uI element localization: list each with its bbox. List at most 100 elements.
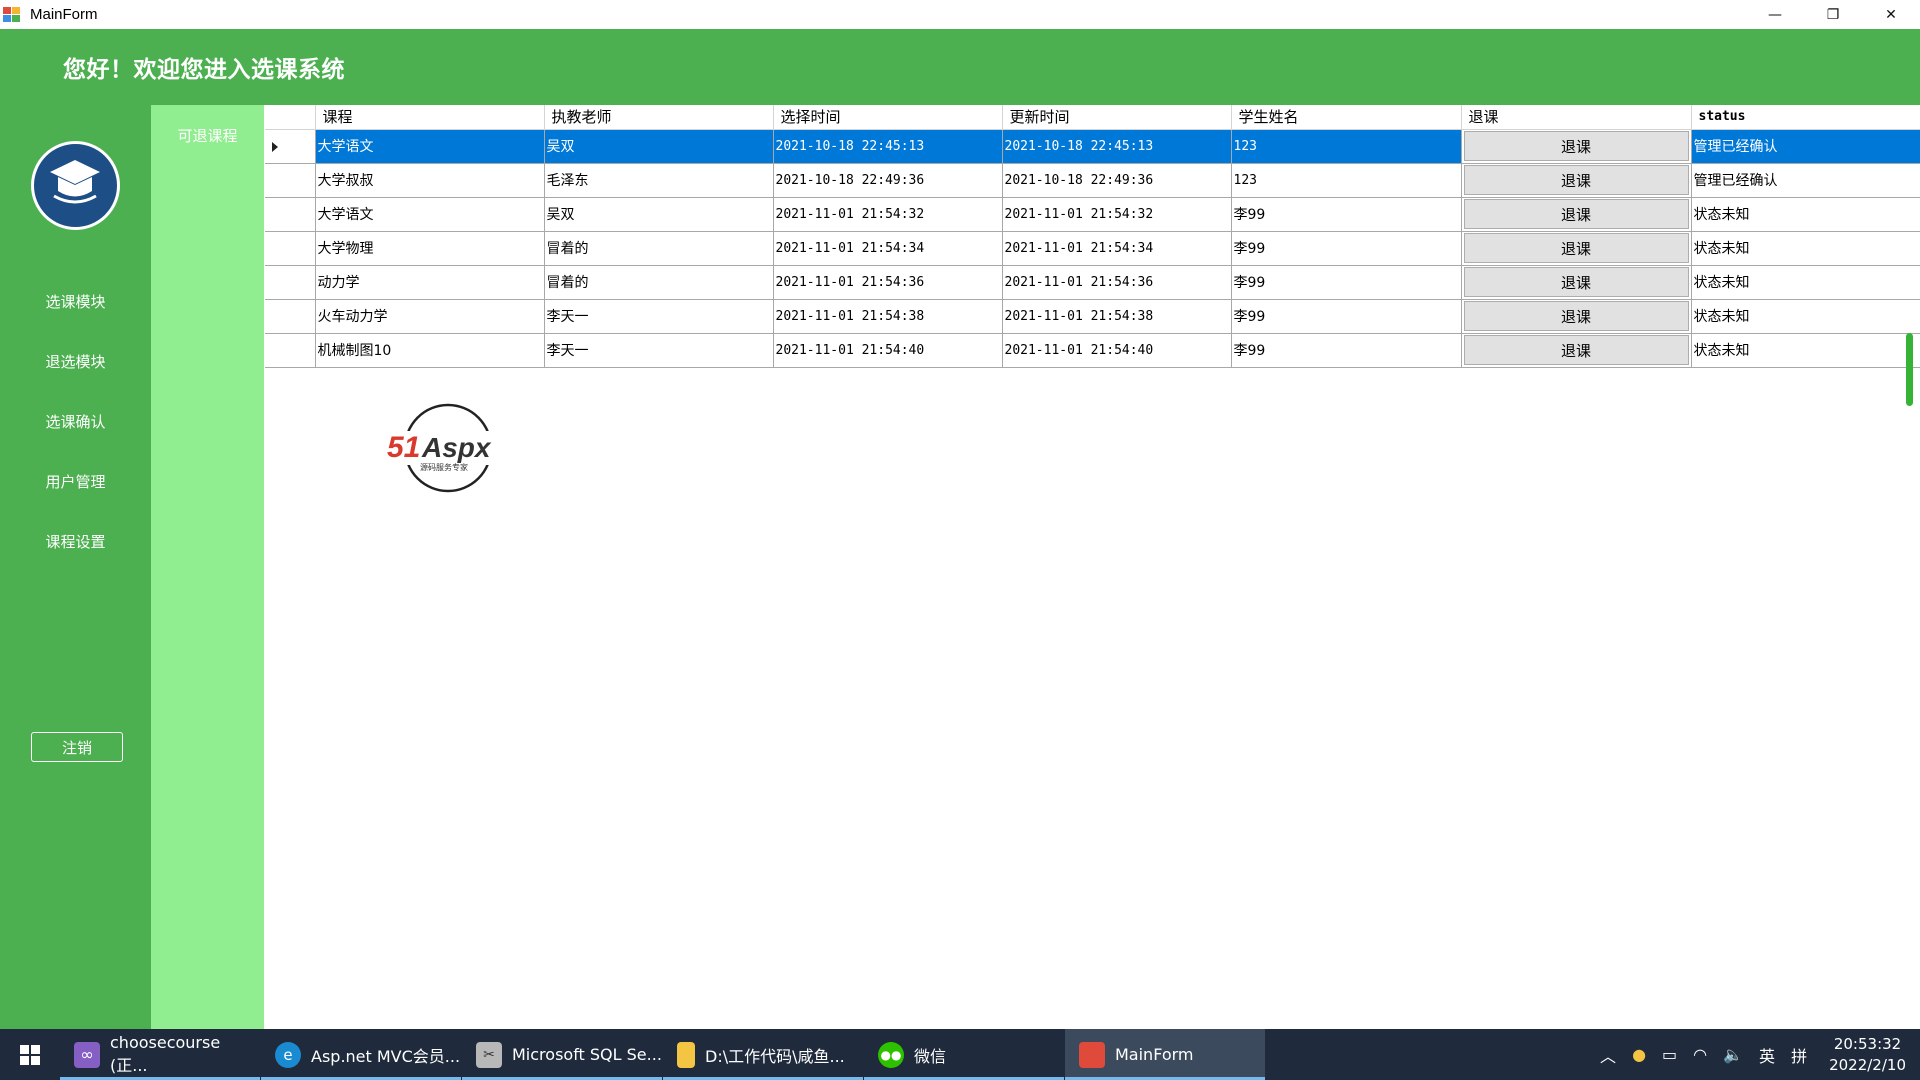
table-row[interactable]: 火车动力学 李天一 2021-11-01 21:54:38 2021-11-01…: [265, 299, 1920, 334]
cell-select-time[interactable]: 2021-11-01 21:54:40: [773, 333, 1003, 368]
table-row[interactable]: 大学物理 冒着的 2021-11-01 21:54:34 2021-11-01 …: [265, 231, 1920, 266]
cell-status[interactable]: 状态未知: [1691, 333, 1920, 368]
sidebar-item-course-select[interactable]: 选课模块: [0, 291, 151, 312]
cell-teacher[interactable]: 冒着的: [544, 265, 774, 300]
cell-select-time[interactable]: 2021-11-01 21:54:36: [773, 265, 1003, 300]
column-header-student-name[interactable]: 学生姓名: [1231, 105, 1462, 130]
row-header[interactable]: [265, 231, 316, 266]
cell-teacher[interactable]: 李天一: [544, 299, 774, 334]
cell-student[interactable]: 123: [1231, 129, 1462, 164]
row-header[interactable]: [265, 197, 316, 232]
column-header-select-time[interactable]: 选择时间: [773, 105, 1003, 130]
sidebar-item-user-management[interactable]: 用户管理: [0, 471, 151, 492]
cell-update-time[interactable]: 2021-11-01 21:54:38: [1002, 299, 1232, 334]
table-row[interactable]: 机械制图10 李天一 2021-11-01 21:54:40 2021-11-0…: [265, 333, 1920, 368]
drop-course-button[interactable]: 退课: [1463, 335, 1689, 365]
taskbar-app-wechat[interactable]: ●● 微信: [864, 1029, 1064, 1080]
restore-button[interactable]: ❐: [1804, 0, 1862, 29]
cell-select-time[interactable]: 2021-11-01 21:54:32: [773, 197, 1003, 232]
cell-student[interactable]: 李99: [1231, 231, 1462, 266]
cell-status[interactable]: 状态未知: [1691, 299, 1920, 334]
table-row[interactable]: 大学叔叔 毛泽东 2021-10-18 22:49:36 2021-10-18 …: [265, 163, 1920, 198]
drop-course-button[interactable]: 退课: [1463, 131, 1689, 161]
cell-teacher[interactable]: 李天一: [544, 333, 774, 368]
sidebar-item-course-settings[interactable]: 课程设置: [0, 531, 151, 552]
volume-icon[interactable]: 🔈: [1723, 1045, 1743, 1064]
page-title: 您好！欢迎您进入选课系统: [63, 57, 345, 83]
drop-course-button[interactable]: 退课: [1463, 199, 1689, 229]
cell-teacher[interactable]: 冒着的: [544, 231, 774, 266]
column-header-update-time[interactable]: 更新时间: [1002, 105, 1232, 130]
cell-select-time[interactable]: 2021-11-01 21:54:38: [773, 299, 1003, 334]
cell-teacher[interactable]: 吴双: [544, 129, 774, 164]
column-header-status[interactable]: status: [1691, 105, 1920, 130]
row-header[interactable]: [265, 265, 316, 300]
tray-app-icon[interactable]: ●: [1632, 1045, 1646, 1064]
chevron-up-icon[interactable]: ︿: [1600, 1043, 1616, 1067]
row-header[interactable]: [265, 299, 316, 334]
cell-course[interactable]: 动力学: [315, 265, 545, 300]
cell-course[interactable]: 大学物理: [315, 231, 545, 266]
cell-student[interactable]: 李99: [1231, 333, 1462, 368]
column-header-drop[interactable]: 退课: [1461, 105, 1692, 130]
close-button[interactable]: ✕: [1862, 0, 1920, 29]
column-header-course[interactable]: 课程: [315, 105, 545, 130]
cell-update-time[interactable]: 2021-10-18 22:49:36: [1002, 163, 1232, 198]
title-bar: MainForm — ❐ ✕: [0, 0, 1920, 29]
cell-student[interactable]: 123: [1231, 163, 1462, 198]
cell-update-time[interactable]: 2021-11-01 21:54:40: [1002, 333, 1232, 368]
cell-status[interactable]: 状态未知: [1691, 231, 1920, 266]
table-row[interactable]: 大学语文 吴双 2021-11-01 21:54:32 2021-11-01 2…: [265, 197, 1920, 232]
taskbar-app-visual-studio[interactable]: ∞ choosecourse (正...: [60, 1029, 260, 1080]
cell-select-time[interactable]: 2021-10-18 22:45:13: [773, 129, 1003, 164]
cell-select-time[interactable]: 2021-10-18 22:49:36: [773, 163, 1003, 198]
cell-teacher[interactable]: 吴双: [544, 197, 774, 232]
table-row[interactable]: 大学语文 吴双 2021-10-18 22:45:13 2021-10-18 2…: [265, 129, 1920, 164]
cell-status[interactable]: 管理已经确认: [1691, 129, 1920, 164]
cell-update-time[interactable]: 2021-11-01 21:54:36: [1002, 265, 1232, 300]
row-header[interactable]: [265, 163, 316, 198]
drop-course-button[interactable]: 退课: [1463, 165, 1689, 195]
cell-student[interactable]: 李99: [1231, 265, 1462, 300]
cell-course[interactable]: 火车动力学: [315, 299, 545, 334]
scroll-indicator[interactable]: [1906, 333, 1913, 406]
sub-nav: 可退课程: [151, 105, 264, 1029]
battery-icon[interactable]: ▭: [1662, 1045, 1677, 1064]
table-row[interactable]: 动力学 冒着的 2021-11-01 21:54:36 2021-11-01 2…: [265, 265, 1920, 300]
cell-update-time[interactable]: 2021-11-01 21:54:34: [1002, 231, 1232, 266]
drop-course-button[interactable]: 退课: [1463, 267, 1689, 297]
cell-student[interactable]: 李99: [1231, 299, 1462, 334]
cell-select-time[interactable]: 2021-11-01 21:54:34: [773, 231, 1003, 266]
taskbar-app-sql-server[interactable]: ✂ Microsoft SQL Se...: [462, 1029, 662, 1080]
cell-status[interactable]: 管理已经确认: [1691, 163, 1920, 198]
drop-course-button[interactable]: 退课: [1463, 301, 1689, 331]
cell-teacher[interactable]: 毛泽东: [544, 163, 774, 198]
header-bar: 您好！欢迎您进入选课系统: [0, 29, 1920, 105]
cell-course[interactable]: 大学叔叔: [315, 163, 545, 198]
cell-update-time[interactable]: 2021-10-18 22:45:13: [1002, 129, 1232, 164]
cell-student[interactable]: 李99: [1231, 197, 1462, 232]
drop-course-button[interactable]: 退课: [1463, 233, 1689, 263]
cell-course[interactable]: 大学语文: [315, 197, 545, 232]
sidebar-item-course-drop[interactable]: 退选模块: [0, 351, 151, 372]
wifi-icon[interactable]: ◠: [1693, 1045, 1707, 1064]
row-header[interactable]: [265, 333, 316, 368]
taskbar-app-explorer[interactable]: D:\工作代码\咸鱼...: [663, 1029, 863, 1080]
column-header-teacher[interactable]: 执教老师: [544, 105, 774, 130]
input-language[interactable]: 英: [1759, 1043, 1775, 1067]
cell-course[interactable]: 大学语文: [315, 129, 545, 164]
cell-status[interactable]: 状态未知: [1691, 197, 1920, 232]
cell-update-time[interactable]: 2021-11-01 21:54:32: [1002, 197, 1232, 232]
cell-status[interactable]: 状态未知: [1691, 265, 1920, 300]
start-button[interactable]: [0, 1029, 60, 1080]
row-header[interactable]: [265, 129, 316, 164]
sidebar-item-course-confirm[interactable]: 选课确认: [0, 411, 151, 432]
cell-course[interactable]: 机械制图10: [315, 333, 545, 368]
ime-indicator[interactable]: 拼: [1791, 1043, 1807, 1067]
clock[interactable]: 20:53:32 2022/2/10: [1829, 1034, 1906, 1076]
minimize-button[interactable]: —: [1746, 0, 1804, 29]
taskbar-app-edge[interactable]: e Asp.net MVC会员...: [261, 1029, 461, 1080]
subnav-item-droppable-courses[interactable]: 可退课程: [151, 125, 264, 146]
taskbar-app-mainform[interactable]: MainForm: [1065, 1029, 1265, 1080]
logout-button[interactable]: 注销: [31, 732, 123, 762]
